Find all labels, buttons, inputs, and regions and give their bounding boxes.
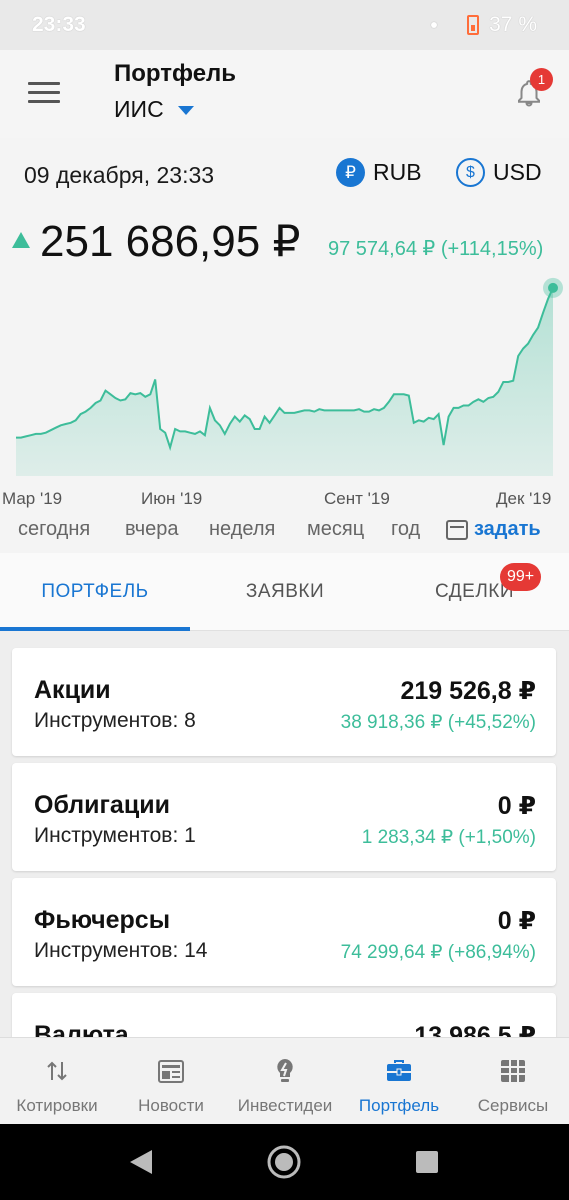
ruble-icon: ₽ bbox=[336, 158, 365, 187]
page-title: Портфель bbox=[114, 60, 237, 87]
bottom-nav: Котировки Новости Инвестидеи Портфель Се… bbox=[0, 1037, 569, 1124]
x-tick-label: Июн '19 bbox=[141, 489, 203, 508]
asset-change: 38 918,36 ₽ (+45,52%) bbox=[340, 712, 536, 733]
portfolio-tabs: ПОРТФЕЛЬ ЗАЯВКИ СДЕЛКИ 99+ bbox=[0, 553, 569, 631]
period-today[interactable]: сегодня bbox=[18, 518, 90, 541]
asset-card-currency[interactable]: Валюта 13 986,5 ₽ bbox=[12, 993, 556, 1037]
currency-rub-toggle[interactable]: ₽ RUB bbox=[336, 158, 422, 187]
back-icon[interactable] bbox=[128, 1148, 154, 1176]
asset-title: Валюта bbox=[34, 1021, 129, 1037]
lightbulb-icon bbox=[277, 1059, 293, 1082]
asset-value: 219 526,8 ₽ bbox=[400, 677, 536, 705]
battery-level: 37 % bbox=[489, 13, 537, 36]
asset-value: 0 ₽ bbox=[497, 907, 536, 935]
system-navigation-bar bbox=[0, 1124, 569, 1200]
x-tick-label: Дек '19 bbox=[496, 489, 552, 508]
notification-badge: 1 bbox=[530, 68, 553, 91]
period-week[interactable]: неделя bbox=[209, 518, 275, 541]
nav-services[interactable]: Сервисы bbox=[456, 1038, 569, 1125]
app-header: Портфель ИИС 1 bbox=[0, 50, 569, 138]
portfolio-content: Акции Инструментов: 8 219 526,8 ₽ 38 918… bbox=[0, 631, 569, 1037]
home-icon[interactable] bbox=[266, 1144, 302, 1180]
period-yesterday[interactable]: вчера bbox=[125, 518, 179, 541]
asset-count: Инструментов: 14 bbox=[34, 939, 208, 962]
portfolio-change: 97 574,64 ₽ (+114,15%) bbox=[328, 238, 544, 260]
quotes-icon bbox=[47, 1061, 67, 1081]
account-name: ИИС bbox=[114, 96, 164, 122]
asset-card-futures[interactable]: Фьючерсы Инструментов: 14 0 ₽ 74 299,64 … bbox=[12, 878, 556, 986]
asset-card-bonds[interactable]: Облигации Инструментов: 1 0 ₽ 1 283,34 ₽… bbox=[12, 763, 556, 871]
period-year[interactable]: год bbox=[391, 518, 420, 541]
recents-icon[interactable] bbox=[415, 1150, 439, 1174]
asset-value: 0 ₽ bbox=[497, 792, 536, 820]
battery-icon bbox=[467, 15, 480, 35]
portfolio-chart[interactable] bbox=[0, 270, 569, 485]
nav-label: Инвестидеи bbox=[237, 1096, 333, 1115]
asset-count: Инструментов: 1 bbox=[34, 824, 196, 847]
asset-count: Инструментов: 8 bbox=[34, 709, 196, 732]
status-right: 37 % bbox=[431, 13, 537, 37]
period-month[interactable]: месяц bbox=[307, 518, 364, 541]
chevron-down-icon bbox=[177, 106, 194, 115]
portfolio-summary: 09 декабря, 23:33 ₽ RUB $ USD 251 686,95… bbox=[0, 138, 569, 553]
period-custom-button[interactable]: задать bbox=[446, 518, 541, 541]
x-tick-label: Сент '19 bbox=[324, 489, 390, 508]
currency-usd-label: USD bbox=[493, 159, 542, 185]
nav-label: Портфель bbox=[358, 1096, 440, 1115]
status-time: 23:33 bbox=[32, 13, 86, 36]
menu-icon[interactable] bbox=[28, 82, 60, 104]
asset-change: 74 299,64 ₽ (+86,94%) bbox=[340, 942, 536, 963]
asset-title: Облигации bbox=[34, 791, 170, 819]
asset-title: Акции bbox=[34, 676, 111, 704]
chart-area bbox=[16, 287, 553, 476]
currency-usd-toggle[interactable]: $ USD bbox=[456, 158, 542, 187]
period-selector: сегодня вчера неделя месяц год задать bbox=[0, 518, 569, 548]
nav-label: Котировки bbox=[16, 1096, 98, 1115]
status-bar: 23:33 37 % bbox=[0, 0, 569, 50]
deals-count-badge: 99+ bbox=[500, 563, 542, 591]
account-selector[interactable]: ИИС bbox=[114, 96, 194, 123]
trend-up-icon bbox=[12, 232, 30, 248]
notification-dot-icon bbox=[431, 22, 438, 28]
nav-label: Новости bbox=[138, 1096, 204, 1115]
tab-orders[interactable]: ЗАЯВКИ bbox=[190, 553, 380, 631]
calendar-icon bbox=[446, 519, 468, 540]
asset-change: 1 283,34 ₽ (+1,50%) bbox=[361, 827, 536, 848]
summary-datetime: 09 декабря, 23:33 bbox=[24, 162, 215, 188]
nav-portfolio[interactable]: Портфель bbox=[342, 1038, 456, 1125]
asset-card-stocks[interactable]: Акции Инструментов: 8 219 526,8 ₽ 38 918… bbox=[12, 648, 556, 756]
period-custom-label: задать bbox=[474, 518, 541, 540]
tab-deals[interactable]: СДЕЛКИ bbox=[380, 553, 569, 631]
currency-rub-label: RUB bbox=[373, 159, 422, 185]
asset-title: Фьючерсы bbox=[34, 906, 171, 934]
portfolio-total: 251 686,95 ₽ bbox=[40, 217, 301, 266]
dollar-icon: $ bbox=[456, 158, 485, 187]
nav-quotes[interactable]: Котировки bbox=[0, 1038, 114, 1125]
grid-icon bbox=[501, 1060, 525, 1082]
briefcase-icon bbox=[387, 1060, 411, 1081]
nav-ideas[interactable]: Инвестидеи bbox=[228, 1038, 342, 1125]
asset-value: 13 986,5 ₽ bbox=[414, 1022, 536, 1037]
chart-last-point bbox=[548, 282, 558, 293]
x-tick-label: Мар '19 bbox=[2, 489, 63, 508]
news-icon bbox=[158, 1060, 184, 1083]
nav-news[interactable]: Новости bbox=[114, 1038, 228, 1125]
nav-label: Сервисы bbox=[477, 1096, 549, 1115]
tab-portfolio[interactable]: ПОРТФЕЛЬ bbox=[0, 553, 190, 631]
